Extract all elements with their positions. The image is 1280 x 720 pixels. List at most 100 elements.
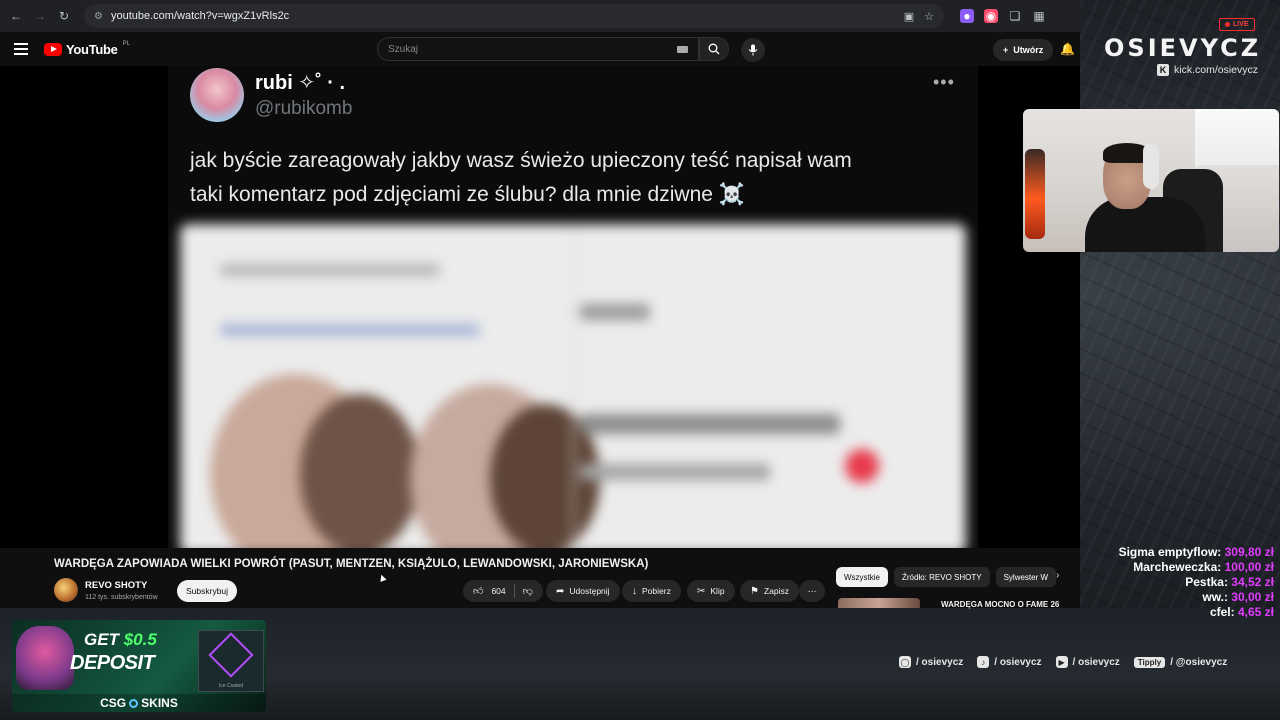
chevron-right-icon[interactable]: › [1056,570,1059,581]
voice-search-button[interactable] [741,38,765,62]
more-icon: ⋯ [807,585,817,596]
plus-icon: + [1003,45,1009,55]
streamer-brand: OSIEVYCZ [1104,34,1262,62]
tweet-author-name: rubi ✧˚ · . [255,72,346,94]
gem-icon [208,632,254,678]
subscribe-button[interactable]: Subskrybuj [177,580,238,602]
tiktok-icon: ♪ [977,656,990,668]
social-links: ◯ / osievycz ♪ / osievycz ▶ / osievycz T… [899,656,1227,668]
address-bar[interactable]: ⚙ youtube.com/watch?v=wgxZ1vRls2c ▣ ☆ [84,4,944,28]
donation-row: Sigma emptyflow: 309,80 zł [1118,545,1274,559]
url-text: youtube.com/watch?v=wgxZ1vRls2c [110,10,290,22]
save-button[interactable]: ⚑ Zapisz [740,580,800,602]
youtube-logo[interactable]: YouTube PL [44,41,130,57]
youtube-play-icon [44,42,62,56]
channel-name[interactable]: REVO SHOTY [85,580,147,591]
tweet-author-handle: @rubikomb [255,98,353,119]
search-icon [708,43,720,55]
tweet-text: jak byście zareagowały jakby wasz świeżo… [190,144,950,212]
chip-source[interactable]: Źródło: REVO SHOTY [894,567,990,587]
recommended-video-title[interactable]: WARDĘGA MOCNO O FAME 26 [941,600,1059,609]
forward-icon[interactable]: → [30,6,50,26]
ad-item-case: Ice Coated [198,630,264,692]
browser-toolbar: ← → ↻ ⚙ youtube.com/watch?v=wgxZ1vRls2c … [0,0,1080,32]
stream-frame: ← → ↻ ⚙ youtube.com/watch?v=wgxZ1vRls2c … [0,0,1280,720]
tweet-avatar [190,68,244,122]
like-dislike-group: 👍︎ 604 👎︎ [463,580,543,602]
bookmark-star-icon[interactable]: ☆ [924,10,934,23]
extension-icon-red[interactable]: ◉ [984,9,998,23]
share-icon: ➦ [556,585,565,597]
chip-sylwester[interactable]: Sylwester W [995,567,1057,587]
save-label: Zapisz [763,586,790,596]
headset-icon [1143,143,1159,189]
donation-row: Pestka: 34,52 zł [1185,575,1274,589]
search-input[interactable]: Szukaj [377,37,699,61]
live-dot-icon [1225,22,1230,27]
subscriber-count: 112 tys. subskrybentów [85,594,158,601]
social-instagram: ◯ / osievycz [899,656,964,668]
webcam-person-body [1085,197,1205,252]
scissors-icon: ✂ [697,585,706,597]
video-player[interactable]: rubi ✧˚ · . @rubikomb ••• jak byście zar… [0,66,1080,548]
live-label: LIVE [1233,21,1249,28]
youtube-icon: ▶ [1055,656,1068,668]
like-icon[interactable]: 👍︎ [473,585,483,597]
dislike-icon[interactable]: 👎︎ [523,585,533,597]
recommended-video-thumbnail[interactable] [838,598,920,608]
youtube-header: YouTube PL Szukaj + Utwórz 🔔 [0,32,1080,66]
clip-button[interactable]: ✂ Klip [687,580,735,602]
tweet-text-line-1: jak byście zareagowały jakby wasz świeżo… [190,149,852,172]
tweet-card: rubi ✧˚ · . @rubikomb ••• jak byście zar… [168,66,978,548]
tipply-badge: Tipply [1133,656,1166,668]
like-divider [513,584,515,598]
menu-icon[interactable] [14,43,28,55]
kick-url: kick.com/osievycz [1174,64,1259,76]
webcam-window [1195,109,1279,169]
channel-avatar[interactable] [54,578,78,602]
tweet-text-line-2: taki komentarz pod zdjęciami ze ślubu? d… [190,183,745,206]
tweet-media-blurred [180,224,966,548]
more-options-icon: ••• [933,72,955,92]
ad-deposit-text: DEPOSIT [70,652,155,674]
download-button[interactable]: ↓ Pobierz [622,580,681,602]
search-button[interactable] [699,37,729,61]
install-app-icon[interactable]: ▣ [904,10,914,23]
extensions-area: ● ◉ ❏ ▦ [960,9,1046,23]
youtube-logo-text: YouTube [66,41,118,57]
kick-link: K kick.com/osievycz [1157,64,1258,76]
ad-item-label: Ice Coated [218,683,244,689]
social-tiktok: ♪ / osievycz [977,656,1042,668]
webcam-feed [1023,109,1279,252]
reload-icon[interactable]: ↻ [54,6,74,26]
clip-label: Klip [710,586,725,596]
ad-brand: CSG SKINS [12,694,266,712]
brand-circle-icon [129,698,139,708]
ad-headline: GET $0.5 [84,630,157,649]
sidebar-icon[interactable]: ▦ [1032,9,1046,23]
notifications-bell-icon[interactable]: 🔔 [1060,42,1075,56]
keyboard-icon[interactable] [677,45,688,53]
extension-icon-purple[interactable]: ● [960,9,974,23]
instagram-icon: ◯ [899,656,911,668]
webcam-lamp [1025,149,1045,239]
ad-mascot [16,626,74,690]
live-badge: LIVE [1219,18,1255,31]
donation-row: ww.: 30,00 zł [1202,590,1274,604]
create-label: Utwórz [1013,45,1044,55]
create-button[interactable]: + Utwórz [993,39,1054,61]
extensions-puzzle-icon[interactable]: ❏ [1008,9,1022,23]
like-count[interactable]: 604 [491,586,505,596]
search-placeholder: Szukaj [388,43,419,55]
download-label: Pobierz [642,586,671,596]
site-info-icon[interactable]: ⚙ [94,11,103,22]
share-button[interactable]: ➦ Udostępnij [546,580,620,602]
video-title: WARDĘGA ZAPOWIADA WIELKI POWRÓT (PASUT, … [54,558,649,570]
more-actions-button[interactable]: ⋯ [799,580,825,602]
donation-row: Marcheweczka: 100,00 zł [1133,560,1274,574]
download-icon: ↓ [632,585,637,597]
back-icon[interactable]: ← [6,6,26,26]
donation-list: Sigma emptyflow: 309,80 zł Marcheweczka:… [1119,545,1274,620]
social-tipply: Tipply / @osievycz [1133,656,1227,668]
chip-all[interactable]: Wszystkie [836,567,888,587]
